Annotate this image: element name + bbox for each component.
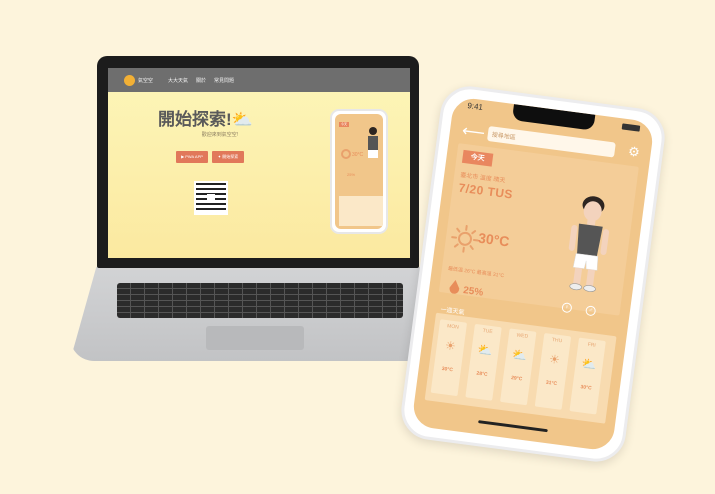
laptop-touchpad: [206, 326, 304, 350]
cloud-sun-icon: ⛅: [231, 110, 253, 129]
weather-icon: ☀: [548, 351, 561, 368]
website-navbar: 氣空空 大大天氣 關於 常見問題: [108, 68, 410, 92]
day-temperature: 29°C: [510, 375, 523, 383]
home-indicator[interactable]: [478, 420, 548, 433]
hero-subtitle: 歡迎來到氣空空!: [201, 132, 239, 138]
date-label: 7/20 TUS: [457, 180, 514, 202]
mini-avatar-icon: [369, 127, 377, 135]
day-name: FRI: [587, 341, 597, 349]
forecast-day[interactable]: WED ⛅ 29°C: [500, 328, 537, 406]
mini-sun-icon: [341, 149, 351, 159]
forecast-day[interactable]: MON ☀ 30°C: [430, 319, 468, 397]
day-name: THU: [551, 337, 563, 345]
forecast-day[interactable]: TUE ⛅ 28°C: [465, 323, 502, 401]
qr-code[interactable]: [194, 181, 228, 215]
mini-week-panel: [339, 196, 383, 226]
current-temperature: 30°C: [477, 229, 511, 250]
rain-chance: 25%: [462, 285, 484, 299]
battery-icon: [621, 123, 641, 132]
search-placeholder: 搜尋地區: [491, 132, 516, 142]
nav-link-about[interactable]: 關於: [196, 77, 206, 84]
mini-today-badge: 今天: [339, 122, 349, 127]
forecast-day[interactable]: THU ☀ 31°C: [534, 332, 572, 410]
status-time: 9:41: [466, 101, 484, 112]
day-name: WED: [516, 332, 529, 340]
outfit-icon[interactable]: ♂: [585, 305, 597, 317]
weather-icon: ☀: [444, 338, 457, 354]
mini-temperature: 30°C: [352, 152, 364, 158]
gear-icon[interactable]: ⚙: [627, 143, 641, 160]
weather-icon: ⛅: [511, 347, 529, 363]
phone-screen: 9:41 ⟵ 搜尋地區 ⚙ 今天 臺北市 溫度 晴天 7/20 TUS 30°C…: [411, 96, 655, 452]
day-temperature: 30°C: [580, 384, 593, 392]
day-temperature: 30°C: [441, 365, 454, 374]
mini-avatar-body: [368, 136, 378, 150]
weather-icon: ⛅: [476, 342, 494, 359]
day-name: TUE: [482, 327, 493, 336]
brand-name[interactable]: 氣空空: [138, 77, 153, 84]
avatar-character: [568, 196, 610, 292]
logo-icon[interactable]: [124, 75, 135, 86]
week-forecast-panel: MON ☀ 30°C TUE ⛅ 28°C WED ⛅ 29°C THU ☀ 3…: [424, 312, 617, 424]
laptop-keyboard: [117, 283, 403, 318]
phone-mockup: 9:41 ⟵ 搜尋地區 ⚙ 今天 臺北市 溫度 晴天 7/20 TUS 30°C…: [397, 82, 669, 466]
start-explore-button[interactable]: ✦ 開始探索: [212, 151, 244, 163]
hero-title: 開始探索!⛅: [158, 110, 253, 129]
mini-rain: 25%: [347, 172, 356, 177]
laptop-screen: 氣空空 大大天氣 關於 常見問題 開始探索!⛅ 歡迎來到氣空空! ▶ PWA A…: [108, 68, 410, 258]
temperature-range: 最低溫 26°C 最高溫 31°C: [447, 265, 505, 280]
back-arrow-icon[interactable]: ⟵: [461, 121, 486, 144]
day-temperature: 28°C: [476, 370, 488, 378]
pwa-app-button[interactable]: ▶ PWA APP: [176, 151, 208, 163]
today-weather-card: 今天 臺北市 溫度 晴天 7/20 TUS 30°C 最低溫 26°C 最高溫 …: [438, 143, 639, 317]
day-temperature: 31°C: [545, 379, 558, 388]
mini-phone-preview: 今天 30°C 25%: [330, 109, 388, 234]
forecast-day[interactable]: FRI ⛅ 30°C: [569, 337, 606, 415]
weather-icon: ⛅: [580, 356, 598, 373]
sun-icon: [451, 224, 479, 253]
lightbulb-icon[interactable]: ♀: [561, 302, 573, 314]
day-name: MON: [446, 323, 460, 331]
today-badge: 今天: [461, 149, 494, 167]
nav-link-faq[interactable]: 常見問題: [214, 77, 234, 84]
mini-avatar-shorts: [368, 150, 378, 158]
nav-link-weather[interactable]: 大大天氣: [168, 77, 188, 84]
raindrop-icon: [449, 279, 461, 294]
